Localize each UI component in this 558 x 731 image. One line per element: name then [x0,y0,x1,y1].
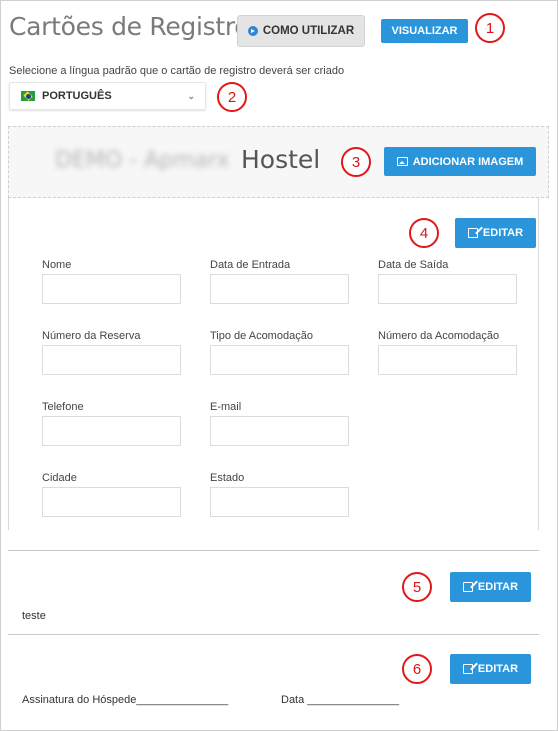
image-icon [396,157,408,166]
phone-input[interactable] [42,416,181,446]
language-select[interactable]: PORTUGUÊS ⌄ [9,82,206,110]
how-to-use-button[interactable]: COMO UTILIZAR [237,15,365,47]
preview-label: VISUALIZAR [391,25,458,37]
preview-button[interactable]: VISUALIZAR [381,19,468,43]
city-input[interactable] [42,487,181,517]
field-label-phone: Telefone [42,401,84,413]
page-title: Cartões de Registro [9,12,250,41]
blurred-property-name: DEMO - Apmarx [55,148,230,173]
field-label-city: Cidade [42,472,77,484]
reservation-number-input[interactable] [42,345,181,375]
play-icon [247,26,258,36]
add-image-button[interactable]: ADICIONAR IMAGEM [384,147,536,176]
field-label-name: Nome [42,259,72,271]
edit-text-label: EDITAR [477,581,519,593]
edit-icon [462,664,473,674]
accommodation-number-input[interactable] [378,345,517,375]
field-label-accommodation-type: Tipo de Acomodação [210,330,313,342]
name-input[interactable] [42,274,181,304]
edit-fields-label: EDITAR [482,227,524,239]
callout-marker-2: 2 [217,82,247,112]
edit-signature-button[interactable]: EDITAR [450,654,531,684]
add-image-label: ADICIONAR IMAGEM [412,155,524,168]
callout-marker-3: 3 [341,147,371,177]
how-to-use-label: COMO UTILIZAR [262,25,355,37]
language-selected-value: PORTUGUÊS [42,90,112,102]
callout-marker-5: 5 [402,572,432,602]
field-label-checkin: Data de Entrada [210,259,291,271]
chevron-down-icon: ⌄ [187,91,195,101]
field-label-state: Estado [210,472,245,484]
section-divider [8,634,539,635]
edit-text-button[interactable]: EDITAR [450,572,531,602]
checkin-date-input[interactable] [210,274,349,304]
checkout-date-input[interactable] [378,274,517,304]
state-input[interactable] [210,487,349,517]
callout-marker-6: 6 [402,654,432,684]
property-name-suffix: Hostel [241,145,321,174]
field-label-checkout: Data de Saída [378,259,449,271]
email-input[interactable] [210,416,349,446]
edit-icon [467,228,478,238]
callout-marker-1: 1 [475,13,505,43]
field-label-reservation-number: Número da Reserva [42,330,141,342]
brazil-flag-icon [21,91,35,101]
edit-signature-label: EDITAR [477,663,519,675]
custom-text-content: teste [22,610,46,622]
field-label-email: E-mail [210,401,242,413]
language-hint: Selecione a língua padrão que o cartão d… [9,65,345,77]
edit-icon [462,582,473,592]
edit-fields-button[interactable]: EDITAR [455,218,536,248]
guest-signature-line: Assinatura do Hóspede_______________ [22,694,229,706]
section-divider [8,550,539,551]
callout-marker-4: 4 [409,218,439,248]
date-line: Data _______________ [281,694,400,706]
accommodation-type-input[interactable] [210,345,349,375]
field-label-accommodation-number: Número da Acomodação [378,330,500,342]
